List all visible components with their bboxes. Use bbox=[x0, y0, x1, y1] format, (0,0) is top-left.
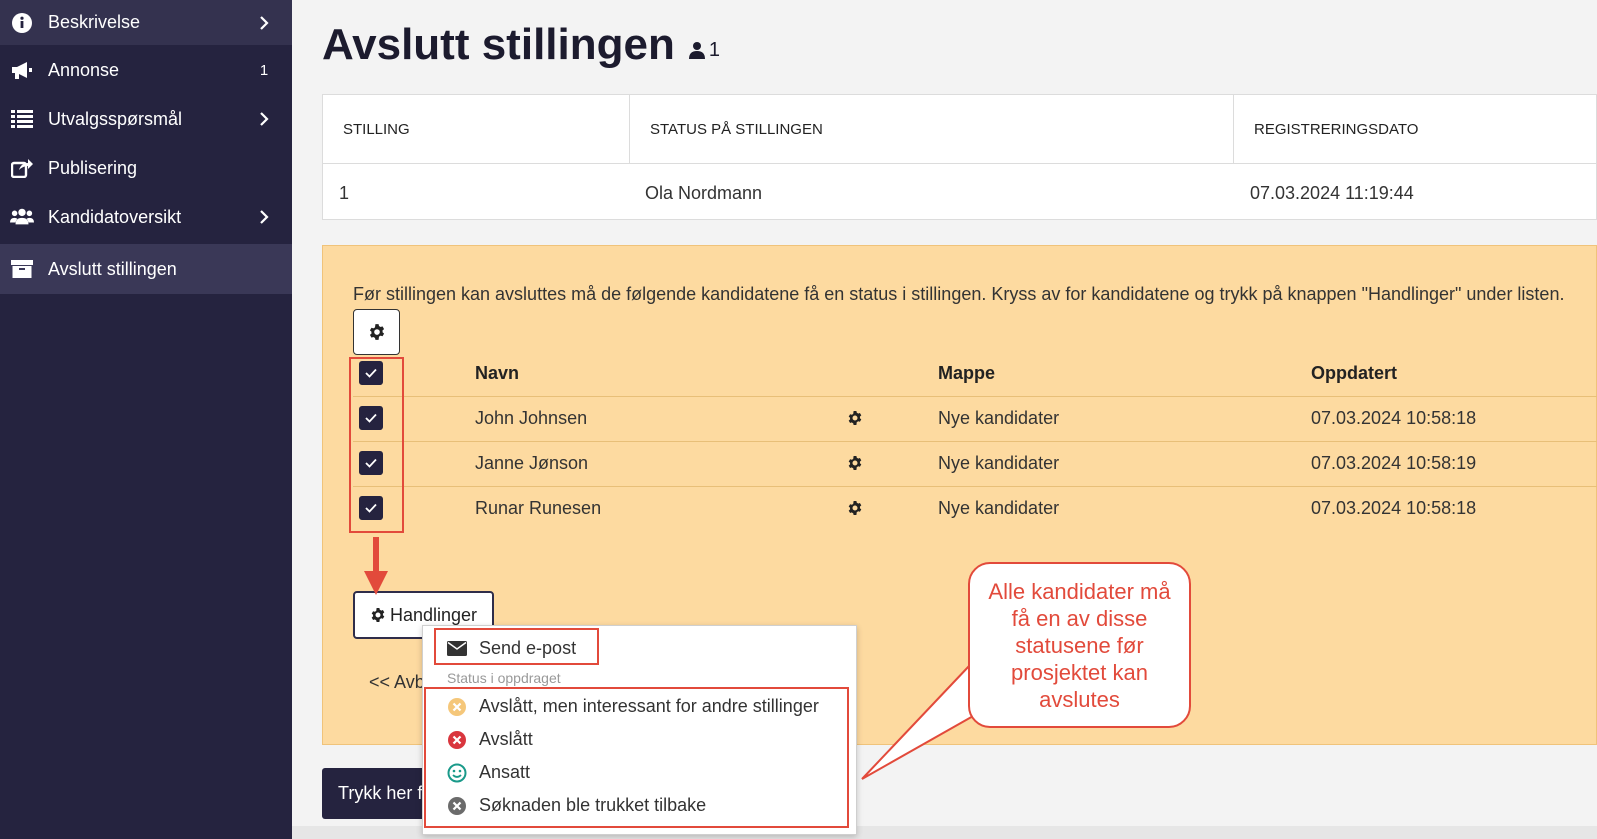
dropdown-section-header: Status i oppdraget bbox=[447, 670, 561, 686]
annotation-checkbox-highlight bbox=[349, 357, 404, 533]
candidate-updated: 07.03.2024 10:58:19 bbox=[1311, 453, 1477, 473]
megaphone-icon bbox=[10, 59, 34, 81]
callout-text: Alle kandidater må få en av disse status… bbox=[988, 578, 1171, 712]
column-settings-button[interactable] bbox=[353, 309, 400, 355]
sidebar-item-annonse[interactable]: Annonse 1 bbox=[0, 46, 292, 94]
position-table: STILLING STATUS PÅ STILLINGEN REGISTRERI… bbox=[322, 94, 1597, 220]
back-link[interactable]: << Avb bbox=[369, 672, 425, 693]
table-cell-registreringsdato: 07.03.2024 11:19:44 bbox=[1250, 182, 1414, 203]
sidebar: Beskrivelse Annonse 1 Utvalgsspørsmål Pu… bbox=[0, 0, 292, 839]
sidebar-item-utvalgssporsmal[interactable]: Utvalgsspørsmål bbox=[0, 95, 292, 143]
page-title-text: Avslutt stillingen bbox=[322, 20, 675, 69]
annotation-callout: Alle kandidater må få en av disse status… bbox=[968, 562, 1191, 728]
candidate-name[interactable]: Janne Jønson bbox=[475, 453, 588, 474]
table-cell-status: Ola Nordmann bbox=[645, 182, 763, 203]
gear-icon[interactable] bbox=[847, 500, 863, 516]
sidebar-item-label: Avslutt stillingen bbox=[48, 258, 177, 279]
candidate-name[interactable]: John Johnsen bbox=[475, 408, 587, 429]
user-icon bbox=[688, 42, 705, 59]
column-header-navn[interactable]: Navn bbox=[475, 363, 519, 384]
sidebar-item-beskrivelse[interactable]: Beskrivelse bbox=[0, 0, 292, 45]
gear-icon bbox=[369, 324, 384, 340]
sidebar-item-count: 1 bbox=[259, 61, 269, 79]
column-header-stilling[interactable]: STILLING bbox=[323, 95, 629, 164]
panel-intro-text: Før stillingen kan avsluttes må de følge… bbox=[353, 284, 1565, 304]
sidebar-item-label: Annonse bbox=[48, 59, 120, 80]
column-header-mappe[interactable]: Mappe bbox=[938, 363, 995, 384]
annotation-arrow-icon bbox=[364, 537, 388, 595]
annotation-send-email-highlight bbox=[434, 628, 599, 665]
sidebar-item-avslutt-stillingen[interactable]: Avslutt stillingen bbox=[0, 244, 292, 294]
list-icon bbox=[10, 108, 34, 130]
person-count-value: 1 bbox=[708, 38, 720, 61]
sidebar-item-label: Publisering bbox=[48, 157, 138, 178]
sidebar-item-label: Utvalgsspørsmål bbox=[48, 108, 183, 129]
chevron-right-icon bbox=[252, 111, 276, 127]
candidate-name[interactable]: Runar Runesen bbox=[475, 498, 601, 519]
column-header-status[interactable]: STATUS PÅ STILLINGEN bbox=[630, 95, 1233, 164]
gear-icon[interactable] bbox=[847, 455, 863, 471]
column-header-registreringsdato[interactable]: REGISTRERINGSDATO bbox=[1234, 95, 1597, 164]
candidate-updated: 07.03.2024 10:58:18 bbox=[1311, 498, 1477, 518]
table-cell-stilling: 1 bbox=[339, 182, 350, 203]
person-count: 1 bbox=[688, 38, 720, 62]
candidate-updated: 07.03.2024 10:58:18 bbox=[1311, 408, 1477, 428]
sidebar-item-kandidatoversikt[interactable]: Kandidatoversikt bbox=[0, 193, 292, 241]
submit-button[interactable]: Trykk her f bbox=[322, 768, 432, 819]
column-header-oppdatert[interactable]: Oppdatert bbox=[1311, 363, 1397, 384]
users-icon bbox=[10, 206, 34, 228]
share-icon bbox=[10, 157, 34, 179]
info-icon bbox=[10, 12, 34, 34]
gear-icon[interactable] bbox=[847, 410, 863, 426]
chevron-right-icon bbox=[252, 209, 276, 225]
candidate-folder: Nye kandidater bbox=[938, 498, 1060, 518]
actions-button-label: Handlinger bbox=[389, 604, 478, 625]
page-title: Avslutt stillingen 1 bbox=[322, 20, 720, 70]
candidate-folder: Nye kandidater bbox=[938, 453, 1060, 473]
candidate-folder: Nye kandidater bbox=[938, 408, 1060, 428]
chevron-right-icon bbox=[252, 15, 276, 31]
archive-icon bbox=[10, 258, 34, 280]
gear-icon bbox=[371, 608, 385, 622]
sidebar-item-publisering[interactable]: Publisering bbox=[0, 144, 292, 192]
sidebar-item-label: Kandidatoversikt bbox=[48, 206, 182, 227]
sidebar-item-label: Beskrivelse bbox=[48, 12, 141, 32]
annotation-status-highlight bbox=[424, 687, 849, 828]
